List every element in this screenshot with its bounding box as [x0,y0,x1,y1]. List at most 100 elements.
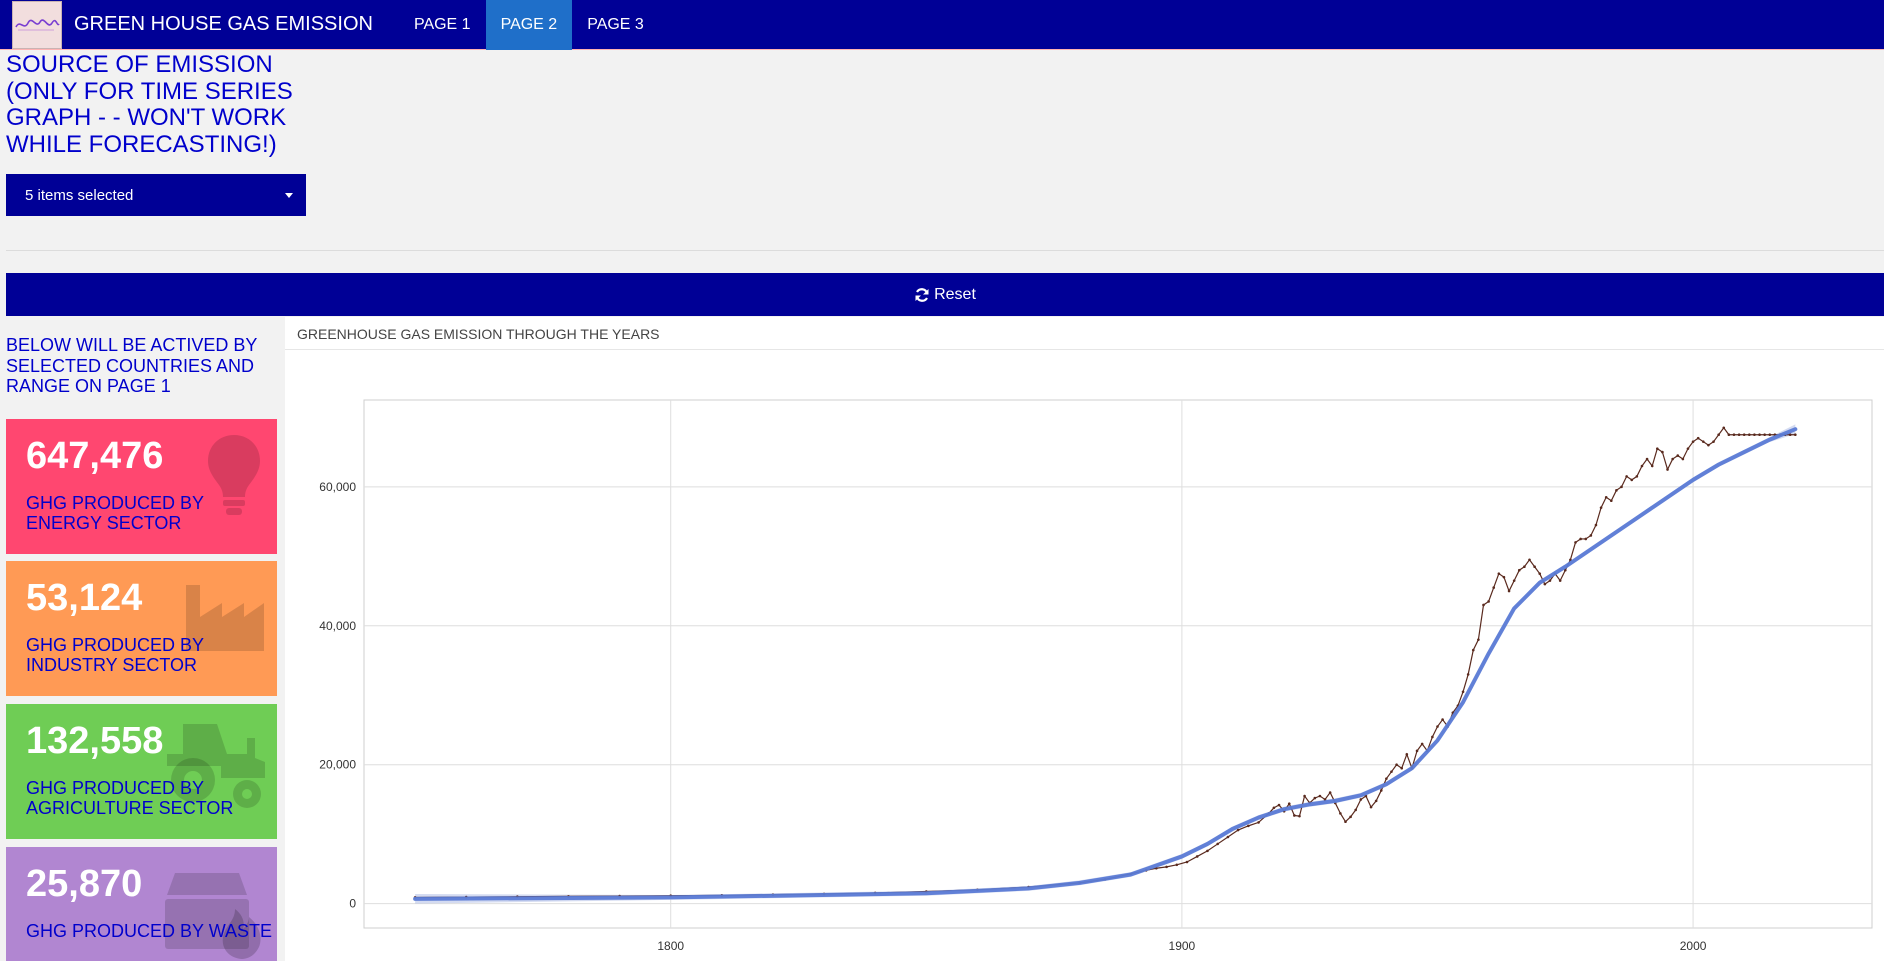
y-tick-label: 0 [349,897,356,911]
observed-data-point [1415,749,1419,753]
observed-data-point [1717,433,1720,437]
observed-data-point [1737,433,1741,437]
observed-data-point [1477,638,1480,641]
observed-data-point [1666,468,1669,471]
logo-icon [15,18,60,30]
observed-data-point [1543,582,1547,586]
observed-data-point [1594,523,1598,527]
industry-value: 53,124 [26,577,143,619]
observed-data-point [1599,506,1603,509]
observed-data-point [1615,489,1618,492]
tab-page-2[interactable]: PAGE 2 [485,0,573,50]
y-tick-label: 60,000 [319,480,356,494]
observed-data-point [1727,433,1731,437]
observed-data-point [1558,579,1562,582]
tab-page-1[interactable]: PAGE 1 [399,0,486,50]
observed-data-point [1247,824,1250,828]
observed-data-point [1471,648,1475,652]
x-tick-label: 1800 [657,939,684,953]
observed-data-point [1185,860,1189,864]
chart-panel: GREENHOUSE GAS EMISSION THROUGH THE YEAR… [285,317,1884,961]
observed-data-point [1359,798,1363,801]
industry-label: GHG PRODUCED BY INDUSTRY SECTOR [26,635,204,675]
app-logo[interactable] [12,0,62,49]
observed-data-point [1287,802,1291,805]
observed-data-point [1298,814,1301,818]
observed-data-point [1497,572,1501,575]
observed-data-point [1517,568,1521,572]
observed-data-point [1175,863,1179,867]
observed-data-point [1589,534,1593,537]
agriculture-value: 132,558 [26,720,164,762]
chart-panel-title: GREENHOUSE GAS EMISSION THROUGH THE YEAR… [297,326,660,342]
observed-data-point [1512,579,1516,582]
refresh-icon [915,287,929,302]
observed-data-point [1696,436,1700,440]
observed-data-point [1604,495,1608,499]
observed-data-point [1732,433,1736,437]
observed-data-point [1661,450,1664,454]
energy-value: 647,476 [26,435,164,477]
energy-label: GHG PRODUCED BY ENERGY SECTOR [26,493,204,533]
observed-data-point [1195,855,1199,858]
observed-data-point [1436,725,1439,728]
observed-data-point [1609,499,1613,503]
waste-value-box: 25,870 GHG PRODUCED BY WASTE [6,847,277,961]
waste-label: GHG PRODUCED BY WASTE [26,921,273,941]
reset-button[interactable]: Reset [6,273,1884,316]
dumpster-fire-icon [165,873,261,959]
plot-area [363,399,1873,929]
observed-data-point [1405,753,1409,756]
observed-data-point [1645,457,1649,461]
observed-data-point [1303,794,1306,798]
observed-data-point [1431,735,1434,739]
observed-data-point [1523,565,1526,569]
observed-data-point [1385,777,1388,780]
observed-data-point [1369,805,1373,809]
emission-time-series-chart[interactable]: 1800 1900 2000 0 20,000 40,000 60,000 [285,350,1884,961]
emission-source-picker[interactable]: 5 items selected [6,174,306,216]
observed-data-point [1788,433,1792,437]
observed-data-point [1712,440,1715,443]
observed-data-point [1691,440,1695,443]
observed-data-point [1390,770,1393,773]
observed-data-point [1272,806,1276,810]
observed-data-point [1354,808,1358,812]
navbar: GREEN HOUSE GAS EMISSION PAGE 1 PAGE 2 P… [0,0,1884,50]
observed-data-point [1794,433,1797,437]
observed-data-point [1650,464,1654,468]
observed-data-point [1671,457,1674,461]
observed-data-point [1584,537,1588,541]
observed-data-point [1349,815,1352,819]
y-tick-label: 20,000 [319,758,356,772]
caret-down-icon [285,193,293,198]
observed-data-point [1487,600,1490,603]
observed-data-point [1318,794,1322,798]
observed-data-point [1574,541,1577,544]
waste-value: 25,870 [26,863,143,905]
y-tick-label: 40,000 [319,619,356,633]
app-title: GREEN HOUSE GAS EMISSION [74,13,373,35]
observed-data-point [1620,485,1623,489]
agriculture-label: GHG PRODUCED BY AGRICULTURE SECTOR [26,778,234,818]
tab-page-3[interactable]: PAGE 3 [572,0,659,50]
observed-data-point [1640,464,1644,468]
observed-data-point [1768,433,1772,437]
observed-data-point [1293,814,1296,817]
industry-value-box: 53,124 GHG PRODUCED BY INDUSTRY SECTOR [6,561,277,696]
observed-data-point [1758,433,1761,437]
observed-data-point [1676,454,1680,457]
observed-data-point [1635,475,1639,478]
observed-data-point [1461,690,1465,694]
observed-data-point [1686,447,1690,450]
observed-data-point [1702,440,1705,443]
observed-data-point [1395,763,1398,767]
observed-data-point [1216,842,1219,846]
observed-data-point [1625,475,1628,478]
observed-data-point [1328,791,1332,794]
agriculture-value-box: 132,558 GHG PRODUCED BY AGRICULTURE SECT… [6,704,277,839]
observed-data-point [1206,849,1209,853]
value-boxes-note: BELOW WILL BE ACTIVED BY SELECTED COUNTR… [6,335,258,396]
observed-data-point [1236,828,1240,832]
observed-data-point [1441,718,1444,721]
